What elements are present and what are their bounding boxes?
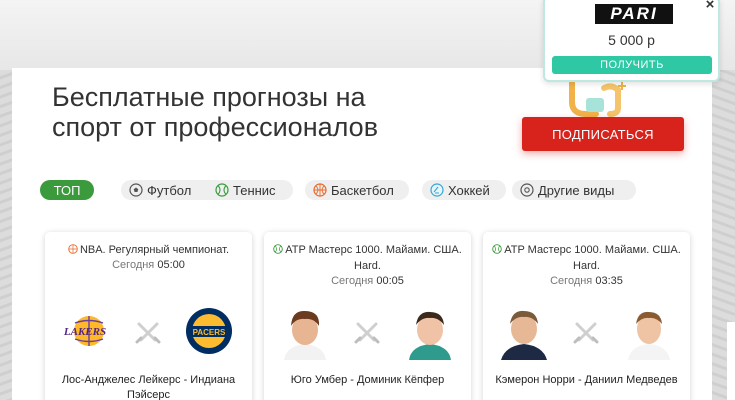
lakers-logo-text: LAKERS xyxy=(63,326,106,338)
tennis-icon xyxy=(215,183,229,197)
side-panel-edge xyxy=(727,322,735,400)
match-league-label: NBA. Регулярный чемпионат. xyxy=(79,244,230,256)
pacers-logo-text: PACERS xyxy=(193,328,226,337)
match-card-tennis-2[interactable]: ATP Мастерс 1000. Майами. США. Hard. Сег… xyxy=(483,232,690,400)
match-card-tennis-1[interactable]: ATP Мастерс 1000. Майами. США. Hard. Сег… xyxy=(264,232,471,400)
versus-icon xyxy=(135,320,161,346)
match-card-nba[interactable]: NBA. Регулярный чемпионат. Сегодня 05:00… xyxy=(45,232,252,400)
player-photo-left xyxy=(495,302,553,360)
page-title-line-2: спорт от профессионалов xyxy=(52,112,379,142)
tab-label: Хоккей xyxy=(448,182,490,198)
tab-label: Другие виды xyxy=(538,182,615,198)
player-photo-right xyxy=(401,302,459,360)
match-teams: Кэмерон Норри - Даниил Медведев xyxy=(495,374,678,386)
page-title: Бесплатные прогнозы на спорт от професси… xyxy=(52,82,472,142)
match-time-value: 00:05 xyxy=(376,275,404,287)
match-time-value: 05:00 xyxy=(157,259,185,271)
versus-icon xyxy=(573,320,599,346)
basketball-icon xyxy=(313,183,327,197)
tab-label: Футбол xyxy=(147,182,192,198)
promo-popup: PARI 5 000 р ПОЛУЧИТЬ xyxy=(543,0,720,82)
match-league: ATP Мастерс 1000. Майами. США. Hard. xyxy=(272,242,463,274)
match-league-label: ATP Мастерс 1000. Майами. США. Hard. xyxy=(285,244,462,272)
match-league: ATP Мастерс 1000. Майами. США. Hard. xyxy=(491,242,682,274)
pari-logo[interactable]: PARI xyxy=(595,4,673,24)
subscribe-button[interactable]: ПОДПИСАТЬСЯ xyxy=(522,117,684,151)
page-background-left xyxy=(0,70,12,400)
close-icon[interactable]: × xyxy=(703,0,717,12)
match-teams: Лос-Анджелес Лейкерс - Индиана Пэйсерс xyxy=(61,374,236,400)
match-teams: Юго Умбер - Доминик Кёпфер xyxy=(290,374,445,386)
other-sports-icon xyxy=(520,183,534,197)
match-time: Сегодня 03:35 xyxy=(483,275,690,287)
tab-tennis[interactable]: Теннис xyxy=(207,180,293,200)
match-time-value: 03:35 xyxy=(595,275,623,287)
promo-bonus-amount: 5 000 р xyxy=(608,32,655,48)
match-time: Сегодня 05:00 xyxy=(45,259,252,271)
tennis-icon xyxy=(273,244,283,254)
tennis-icon xyxy=(492,244,502,254)
versus-icon xyxy=(354,320,380,346)
lakers-logo: LAKERS xyxy=(57,302,115,360)
match-time-prefix: Сегодня xyxy=(550,275,593,287)
tab-label: Баскетбол xyxy=(331,182,394,198)
get-bonus-button[interactable]: ПОЛУЧИТЬ xyxy=(552,56,712,74)
tab-other-sports[interactable]: Другие виды xyxy=(512,180,636,200)
match-time-prefix: Сегодня xyxy=(331,275,374,287)
football-icon xyxy=(129,183,143,197)
match-league-label: ATP Мастерс 1000. Майами. США. Hard. xyxy=(504,244,681,272)
pacers-logo: PACERS xyxy=(182,302,240,360)
match-league: NBA. Регулярный чемпионат. xyxy=(53,242,244,258)
tab-hockey[interactable]: Хоккей xyxy=(422,180,506,200)
tab-label: Теннис xyxy=(233,182,276,198)
tab-top[interactable]: ТОП xyxy=(40,180,94,200)
player-photo-right xyxy=(620,302,678,360)
basketball-icon xyxy=(68,244,78,254)
player-photo-left xyxy=(276,302,334,360)
gift-illustration-icon xyxy=(566,79,632,118)
page-title-line-1: Бесплатные прогнозы на xyxy=(52,82,366,112)
match-time: Сегодня 00:05 xyxy=(264,275,471,287)
match-time-prefix: Сегодня xyxy=(112,259,155,271)
tab-basketball[interactable]: Баскетбол xyxy=(305,180,409,200)
tab-label: ТОП xyxy=(53,182,81,198)
hockey-icon xyxy=(430,183,444,197)
